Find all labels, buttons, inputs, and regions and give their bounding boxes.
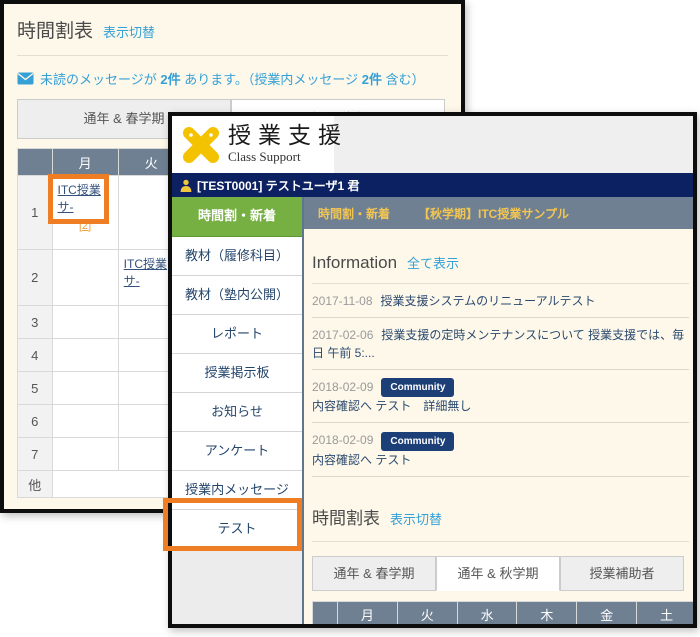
breadcrumb: 時間割・新着 【秋学期】ITC授業サンプル [304, 197, 693, 229]
unread-messages-notice[interactable]: 未読のメッセージが 2件 あります。（授業内メッセージ 2件 含む） [17, 69, 448, 88]
tab-spring-semester[interactable]: 通年 & 春学期 [312, 556, 436, 591]
period-label: 3 [18, 306, 53, 339]
sidebar-item-test[interactable]: テスト [172, 510, 302, 549]
day-header-mon: 月 [338, 601, 398, 624]
course-link[interactable]: ITC授業サ- [58, 182, 113, 217]
period-label: 5 [18, 372, 53, 405]
timetable-title: 時間割表 [17, 16, 93, 43]
logo-text: 授業支援 Class Support [228, 124, 348, 166]
display-toggle-link[interactable]: 表示切替 [103, 25, 155, 40]
semester-tabs: 通年 & 春学期 通年 & 秋学期 授業補助者 [312, 556, 689, 591]
day-header-sat: 土 [637, 601, 693, 624]
divider [17, 55, 448, 56]
day-header-mon: 月 [52, 149, 118, 176]
sidebar-item-class-messages[interactable]: 授業内メッセージ [172, 471, 302, 510]
day-header-tue: 火 [397, 601, 457, 624]
tab-autumn-semester[interactable]: 通年 & 秋学期 [436, 556, 560, 591]
info-item[interactable]: 2018-02-09 Community 内容確認へ テスト [312, 423, 689, 476]
course-cell-mon-1: ITC授業サ- [2] [52, 176, 118, 250]
unread-text: 未読のメッセージが 2件 あります。（授業内メッセージ 2件 含む） [40, 69, 425, 88]
period-label: 2 [18, 250, 53, 306]
sidebar-item-materials-enrolled[interactable]: 教材（履修科目） [172, 237, 302, 276]
timetable-grid: 月 火 水 木 金 土 1 ITC授業サ- [312, 601, 693, 624]
sidebar-item-report[interactable]: レポート [172, 315, 302, 354]
info-date: 2017-11-08 [312, 294, 373, 308]
corner-cell [313, 601, 338, 624]
info-date: 2018-02-09 [312, 433, 373, 447]
envelope-icon [17, 72, 34, 85]
info-date: 2017-02-06 [312, 328, 373, 342]
display-toggle-link[interactable]: 表示切替 [390, 512, 442, 527]
day-header-thu: 木 [517, 601, 577, 624]
community-badge: Community [381, 432, 454, 451]
sidebar-item-materials-public[interactable]: 教材（塾内公開） [172, 276, 302, 315]
sidebar-item-notices[interactable]: お知らせ [172, 393, 302, 432]
corner-cell [18, 149, 53, 176]
class-support-window: 授業支援 Class Support [TEST0001] テストユーザ1 君 … [168, 112, 697, 628]
tab-class-assistant[interactable]: 授業補助者 [560, 556, 684, 591]
day-header-wed: 水 [457, 601, 517, 624]
logo-title: 授業支援 [228, 123, 348, 148]
timetable-heading: 時間割表 [312, 504, 380, 529]
logo-subtitle: Class Support [228, 149, 301, 164]
period-label: 4 [18, 339, 53, 372]
period-label: 7 [18, 438, 53, 471]
info-item[interactable]: 2017-02-06授業支援の定時メンテナンスについて 授業支援では、毎日 午前… [312, 318, 689, 370]
day-header-fri: 金 [577, 601, 637, 624]
user-bar: [TEST0001] テストユーザ1 君 [172, 173, 693, 197]
period-label: 1 [18, 176, 53, 250]
page: 時間割表表示切替 未読のメッセージが 2件 あります。（授業内メッセージ 2件 … [0, 0, 700, 637]
sidebar-item-survey[interactable]: アンケート [172, 432, 302, 471]
info-item[interactable]: 2018-02-09 Community 内容確認へ テスト 詳細無し [312, 370, 689, 423]
information-section-header: Information 全て表示 [312, 253, 689, 273]
app-logo: 授業支援 Class Support [172, 116, 334, 173]
user-label: [TEST0001] テストユーザ1 君 [197, 177, 359, 194]
information-heading: Information [312, 253, 397, 273]
sidebar: 時間割・新着 教材（履修科目） 教材（塾内公開） レポート 授業掲示板 お知らせ… [172, 197, 304, 624]
period-label: 他 [18, 471, 53, 498]
timetable-section-header: 時間割表表示切替 [312, 504, 689, 529]
period-label: 6 [18, 405, 53, 438]
info-title: 内容確認へ テスト [312, 451, 689, 469]
table-header-row: 月 火 水 木 金 土 [313, 601, 694, 624]
crossed-pens-icon [180, 124, 222, 166]
main-content: Information 全て表示 2017-11-08 授業支援システムのリニューア… [304, 229, 693, 624]
info-date: 2018-02-09 [312, 380, 373, 394]
breadcrumb-course: 【秋学期】ITC授業サンプル [418, 205, 569, 222]
breadcrumb-section[interactable]: 時間割・新着 [318, 205, 390, 222]
app-header: 授業支援 Class Support [172, 116, 693, 173]
sidebar-item-class-board[interactable]: 授業掲示板 [172, 354, 302, 393]
new-items-count-link[interactable]: [2] [58, 220, 113, 232]
info-title: 内容確認へ テスト 詳細無し [312, 397, 689, 415]
sidebar-item-timetable-new[interactable]: 時間割・新着 [172, 197, 302, 237]
info-item[interactable]: 2017-11-08 授業支援システムのリニューアルテスト [312, 284, 689, 318]
community-badge: Community [381, 378, 454, 397]
user-icon [180, 179, 192, 192]
info-title: 授業支援システムのリニューアルテスト [381, 294, 596, 308]
show-all-link[interactable]: 全て表示 [407, 256, 459, 271]
divider [312, 541, 689, 542]
